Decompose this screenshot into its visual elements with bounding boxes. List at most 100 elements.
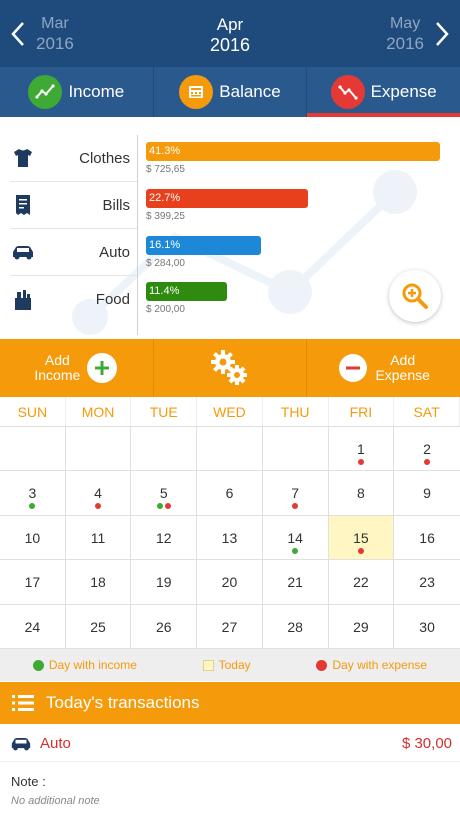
day-number: 18 xyxy=(90,574,106,591)
day-number: 8 xyxy=(356,485,365,502)
tab-balance[interactable]: Balance xyxy=(154,67,308,117)
calendar-week: 3 4 5 6 7 8 9 xyxy=(0,471,460,516)
calendar-week: 12 xyxy=(0,427,460,472)
day-number: 1 xyxy=(356,441,365,457)
day-number: 9 xyxy=(423,485,431,502)
chart-divider xyxy=(137,135,138,335)
next-month-label[interactable]: May 2016 xyxy=(386,14,424,54)
legend-today: Today xyxy=(202,658,251,672)
day-indicators xyxy=(263,547,328,554)
expense-dot-icon xyxy=(357,547,364,554)
calendar-day[interactable]: 1 xyxy=(329,427,395,471)
expense-dot-icon xyxy=(292,503,299,510)
day-indicators xyxy=(394,459,460,465)
trending-down-icon xyxy=(330,75,365,109)
zoom-in-icon xyxy=(402,283,428,309)
day-number: 24 xyxy=(24,618,41,635)
calendar-day[interactable]: 25 xyxy=(66,604,132,648)
tab-income[interactable]: Income xyxy=(0,67,154,117)
calendar-day-today[interactable]: 15 xyxy=(328,515,395,560)
calendar-day xyxy=(197,427,263,471)
calendar-day[interactable]: 19 xyxy=(131,560,198,604)
calendar-day[interactable]: 9 xyxy=(394,471,460,514)
calendar-day[interactable]: 14 xyxy=(263,515,329,560)
next-month-year: 2016 xyxy=(386,34,424,53)
car-icon xyxy=(10,239,36,265)
month-header: Mar 2016 Apr 2016 May 2016 xyxy=(0,0,460,67)
add-income-label: Add Income xyxy=(34,353,80,383)
add-income-button[interactable]: Add Income xyxy=(0,339,154,397)
calendar-day[interactable]: 20 xyxy=(197,560,263,604)
category-amount: $ 200,00 xyxy=(146,304,185,315)
calculator-icon xyxy=(179,75,214,109)
zoom-button[interactable] xyxy=(389,270,441,322)
settings-button[interactable] xyxy=(154,339,308,397)
category-bar-group: 16.1% $ 284,00 xyxy=(146,236,261,269)
calendar-day[interactable]: 27 xyxy=(197,604,263,648)
calendar-day xyxy=(66,427,132,471)
expense-dot-icon xyxy=(95,503,102,510)
calendar-day[interactable]: 21 xyxy=(263,560,329,604)
calendar-day[interactable]: 3 xyxy=(0,471,66,515)
weekday-label: SUN xyxy=(0,397,66,426)
day-number: 25 xyxy=(90,618,106,635)
day-number: 16 xyxy=(419,529,435,546)
calendar-day[interactable]: 22 xyxy=(329,560,395,604)
calendar-day[interactable]: 28 xyxy=(263,604,329,648)
minus-circle-icon xyxy=(339,354,368,382)
calendar-day[interactable]: 18 xyxy=(66,560,132,604)
calendar-day[interactable]: 4 xyxy=(66,471,132,515)
expense-chart: Clothes Bills Auto Food 41.3% $ 725,65 22.… xyxy=(0,117,460,339)
day-number: 28 xyxy=(287,618,303,635)
view-tabs: Income Balance Expense xyxy=(0,67,460,117)
day-number: 11 xyxy=(90,529,106,546)
chevron-right-icon xyxy=(436,22,449,46)
calendar-day[interactable]: 26 xyxy=(131,604,198,648)
next-month-button[interactable] xyxy=(430,16,454,52)
category-bar: 22.7% xyxy=(146,189,308,208)
weekday-label: TUE xyxy=(131,397,198,426)
calendar-day xyxy=(131,427,198,471)
category-label: Auto xyxy=(99,243,130,261)
income-dot-icon xyxy=(292,547,299,554)
transaction-row[interactable]: Auto $ 30,00 xyxy=(0,726,460,762)
category-amount: $ 284,00 xyxy=(146,258,185,269)
groceries-icon xyxy=(10,287,36,313)
day-number: 14 xyxy=(287,529,303,546)
calendar-day[interactable]: 5 xyxy=(131,471,198,515)
calendar-day[interactable]: 16 xyxy=(394,516,460,559)
day-indicators xyxy=(263,503,328,510)
category-bar-group: 41.3% $ 725,65 xyxy=(146,142,440,175)
day-number: 20 xyxy=(221,574,238,591)
calendar-day[interactable]: 10 xyxy=(0,515,66,560)
calendar-day[interactable]: 13 xyxy=(197,515,263,560)
calendar-day[interactable]: 24 xyxy=(0,604,66,648)
calendar-day[interactable]: 6 xyxy=(197,471,263,515)
red-dot-icon xyxy=(316,659,328,671)
calendar-day[interactable]: 7 xyxy=(263,471,329,515)
calendar-day[interactable]: 12 xyxy=(131,515,198,560)
note-label: Note : xyxy=(11,774,46,789)
tab-expense[interactable]: Expense xyxy=(307,67,460,117)
calendar-day[interactable]: 29 xyxy=(329,604,395,648)
day-number: 22 xyxy=(353,574,369,591)
day-number: 29 xyxy=(353,618,369,635)
calendar-day[interactable]: 23 xyxy=(394,560,460,603)
plus-circle-icon xyxy=(87,353,118,383)
day-indicators xyxy=(329,547,394,554)
calendar-day[interactable]: 30 xyxy=(394,605,460,648)
expense-dot-icon xyxy=(164,503,171,510)
transactions-title: Today's transactions xyxy=(46,693,200,712)
add-expense-line1: Add xyxy=(390,352,416,368)
add-income-line1: Add xyxy=(44,352,70,368)
calendar-day xyxy=(263,427,329,471)
calendar-day[interactable]: 11 xyxy=(66,515,132,560)
calendar-day[interactable]: 8 xyxy=(329,471,395,515)
day-number: 26 xyxy=(155,618,172,635)
tab-expense-label: Expense xyxy=(370,82,437,101)
category-row: Clothes xyxy=(10,135,138,182)
add-expense-button[interactable]: Add Expense xyxy=(307,339,460,397)
weekday-label: MON xyxy=(66,397,132,426)
calendar-day[interactable]: 17 xyxy=(0,560,66,604)
calendar-day[interactable]: 2 xyxy=(394,427,460,470)
